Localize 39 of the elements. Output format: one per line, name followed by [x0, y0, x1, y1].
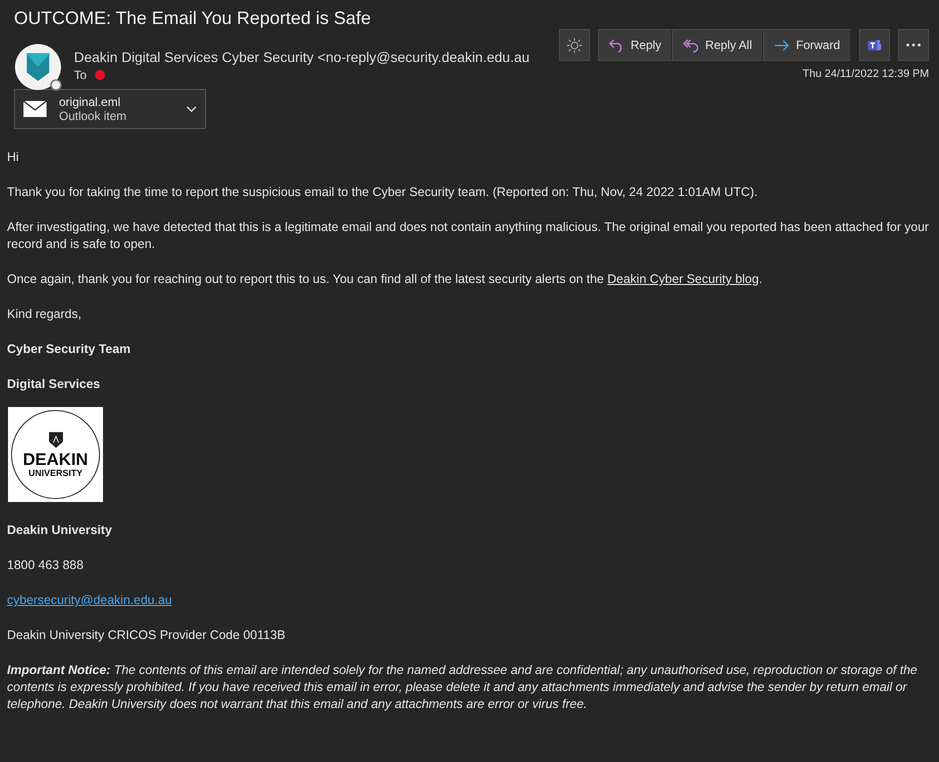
more-button[interactable] [898, 29, 929, 61]
organisation-name: Deakin University [7, 522, 113, 539]
logo-subtitle: UNIVERSITY [28, 468, 82, 478]
paragraph: Kind regards, [7, 306, 82, 323]
action-button[interactable]: Forward [762, 29, 851, 61]
action-button[interactable]: Reply [598, 29, 672, 61]
to-label: To [74, 68, 87, 82]
paragraph: Once again, thank you for reaching out to report this to us. You can find all of the latest security alerts on the Deakin Cyber Security blog. [7, 271, 764, 288]
paragraph: After investigating, we have detected that this is a legitimate email and does not contain anything malicious. The original email you reported has been attached for your record and is safe to open. [7, 219, 930, 253]
important-notice: Important Notice: The contents of this email are intended solely for the named addressee and are confidential; any unauthorised use, reproduction or storage of the contents is expressly prohibited. If you have received this email in error, please delete it and any attachments immediately and advise the sender by return email or telephone. Deakin University does not warrant that this email and any attachments are error or virus free. [7, 662, 918, 713]
action-button[interactable]: Reply All [672, 29, 763, 61]
sent-date: Thu 24/11/2022 12:39 PM [802, 68, 929, 80]
phone-number: 1800 463 888 [7, 557, 84, 574]
email-subject: OUTCOME: The Email You Reported is Safe [13, 8, 372, 29]
sun-icon [566, 38, 582, 52]
cricos-code: Deakin University CRICOS Provider Code 00113B [7, 627, 286, 644]
crest-icon [48, 432, 62, 448]
signature-line: Cyber Security Team [7, 341, 132, 358]
chevron-down-icon[interactable] [186, 106, 197, 112]
logo-wordmark: DEAKIN [22, 450, 88, 468]
attachment-card[interactable]: original.eml Outlook item [14, 89, 206, 129]
shield-avatar-icon [14, 43, 64, 93]
attachment-type: Outlook item [59, 109, 128, 123]
reply-arrow-icon [608, 38, 624, 52]
attachment-name: original.eml [59, 95, 122, 109]
signature-line: Digital Services [7, 376, 102, 393]
email-link[interactable]: cybersecurity@deakin.edu.au [7, 593, 172, 607]
sender-name[interactable]: Deakin Digital Services Cyber Security <no-reply@security.deakin.edu.au [74, 49, 530, 65]
blog-link[interactable]: Deakin Cyber Security blog [607, 272, 759, 286]
paragraph: Thank you for taking the time to report the suspicious email to the Cyber Security team. (Reported on: Thu, Nov, 24 2022 1:01AM UTC). [7, 184, 759, 201]
envelope-icon [23, 101, 47, 117]
more-icon [906, 43, 921, 47]
teams-button[interactable] [859, 29, 890, 61]
theme-button[interactable] [558, 29, 590, 61]
greeting: Hi [7, 149, 20, 166]
forward-arrow-icon [774, 38, 789, 52]
reply-all-arrow-icon [683, 38, 698, 52]
chat-app-icon [867, 38, 882, 52]
presence-dot-icon [94, 70, 105, 80]
